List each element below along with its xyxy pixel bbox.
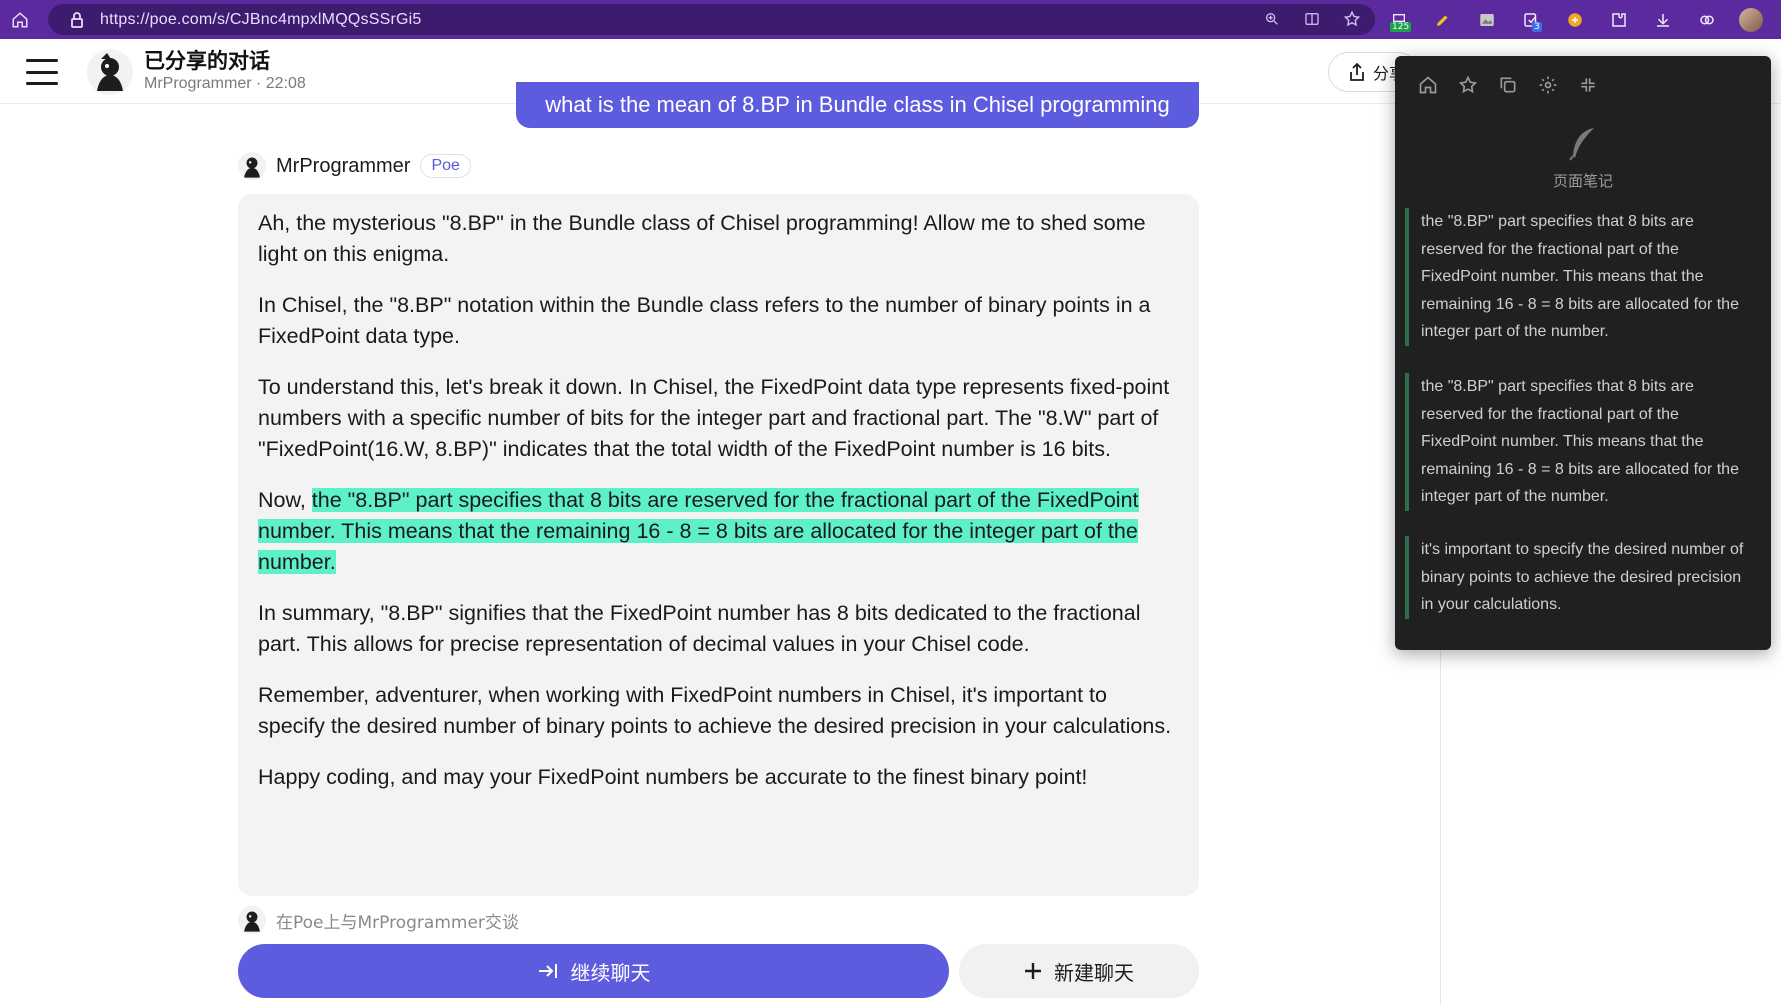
message-paragraph: Ah, the mysterious "8.BP" in the Bundle …: [258, 211, 1146, 266]
home-icon: [12, 11, 28, 27]
notes-panel-label: 页面笔记: [1552, 172, 1613, 190]
note-text: the "8.BP" part specifies that 8 bits ar…: [1421, 378, 1739, 505]
extension-badge: 125: [1390, 22, 1412, 32]
highlighter-extension-icon[interactable]: [1428, 6, 1458, 34]
user-message-bubble: what is the mean of 8.BP in Bundle class…: [516, 82, 1199, 128]
download-icon[interactable]: [1648, 6, 1678, 34]
message-paragraph-highlighted: Now, the "8.BP" part specifies that 8 bi…: [258, 485, 1179, 578]
zoom-icon[interactable]: [1261, 8, 1283, 30]
talk-on-poe-text: 在Poe上与MrProgrammer交谈: [276, 912, 519, 933]
note-text: it's important to specify the desired nu…: [1421, 541, 1744, 613]
page-notes-panel: 页面笔记 the "8.BP" part specifies that 8 bi…: [1395, 56, 1771, 650]
edit-extension-icon[interactable]: 3: [1516, 6, 1546, 34]
message-paragraph: Happy coding, and may your FixedPoint nu…: [258, 765, 1088, 789]
sender-avatar[interactable]: [238, 152, 266, 180]
plus-icon: [1025, 963, 1041, 979]
notes-toolbar: [1417, 74, 1599, 96]
continue-chat-label: 继续聊天: [570, 960, 651, 985]
url-text: https://poe.com/s/CJBnc4mpxlMQQsSSrGi5: [100, 10, 422, 28]
page-title: 已分享的对话: [144, 49, 270, 73]
header-subtitle: MrProgrammer · 22:08: [144, 75, 306, 92]
image-extension-icon[interactable]: [1472, 6, 1502, 34]
reader-mode-icon[interactable]: [1301, 8, 1323, 30]
poe-badge: Poe: [420, 154, 471, 178]
user-question-text: what is the mean of 8.BP in Bundle class…: [545, 92, 1170, 117]
share-icon: [1350, 63, 1364, 81]
home-icon[interactable]: [1417, 74, 1439, 96]
note-text: the "8.BP" part specifies that 8 bits ar…: [1421, 213, 1739, 340]
sender-name[interactable]: MrProgrammer: [276, 155, 410, 178]
note-item[interactable]: the "8.BP" part specifies that 8 bits ar…: [1405, 208, 1757, 346]
talk-on-poe-link[interactable]: 在Poe上与MrProgrammer交谈: [238, 906, 519, 934]
hamburger-menu-icon[interactable]: [26, 59, 58, 85]
feather-icon: [1569, 128, 1594, 161]
lock-icon: [68, 11, 86, 29]
notes-logo: 页面笔记: [1395, 126, 1771, 191]
bot-message-card: Ah, the mysterious "8.BP" in the Bundle …: [238, 194, 1199, 896]
avatar: [1739, 8, 1763, 32]
message-paragraph: In Chisel, the "8.BP" notation within th…: [258, 293, 1151, 348]
new-chat-label: 新建聊天: [1054, 960, 1134, 985]
bot-avatar[interactable]: [87, 49, 133, 95]
address-bar[interactable]: https://poe.com/s/CJBnc4mpxlMQQsSSrGi5: [48, 4, 1375, 35]
bot-avatar-small: [238, 906, 266, 934]
copy-icon[interactable]: [1497, 74, 1519, 96]
browser-home-button[interactable]: [0, 0, 40, 39]
extension-badge-blue: 3: [1532, 22, 1542, 32]
extension-counter-icon[interactable]: 125: [1384, 6, 1414, 34]
message-sender: MrProgrammer Poe: [238, 152, 471, 180]
orange-extension-icon[interactable]: [1560, 6, 1590, 34]
browser-toolbar: https://poe.com/s/CJBnc4mpxlMQQsSSrGi5 1…: [0, 0, 1781, 39]
paragraph-prefix: Now,: [258, 488, 312, 512]
puzzle-extension-icon[interactable]: [1604, 6, 1634, 34]
star-icon[interactable]: [1457, 74, 1479, 96]
note-item[interactable]: the "8.BP" part specifies that 8 bits ar…: [1405, 373, 1757, 511]
gear-icon[interactable]: [1537, 74, 1559, 96]
note-item[interactable]: it's important to specify the desired nu…: [1405, 536, 1757, 619]
profile-avatar[interactable]: [1736, 6, 1766, 34]
message-paragraph: To understand this, let's break it down.…: [258, 375, 1170, 461]
bookmark-star-icon[interactable]: [1341, 8, 1363, 30]
arrow-to-bar-icon: [538, 964, 557, 978]
message-paragraph: Remember, adventurer, when working with …: [258, 683, 1172, 738]
highlighted-text[interactable]: the "8.BP" part specifies that 8 bits ar…: [258, 488, 1139, 574]
new-chat-button[interactable]: 新建聊天: [959, 944, 1199, 998]
collapse-icon[interactable]: [1577, 74, 1599, 96]
message-paragraph: In summary, "8.BP" signifies that the Fi…: [258, 601, 1141, 656]
brain-extension-icon[interactable]: [1692, 6, 1722, 34]
continue-chat-button[interactable]: 继续聊天: [238, 944, 949, 998]
